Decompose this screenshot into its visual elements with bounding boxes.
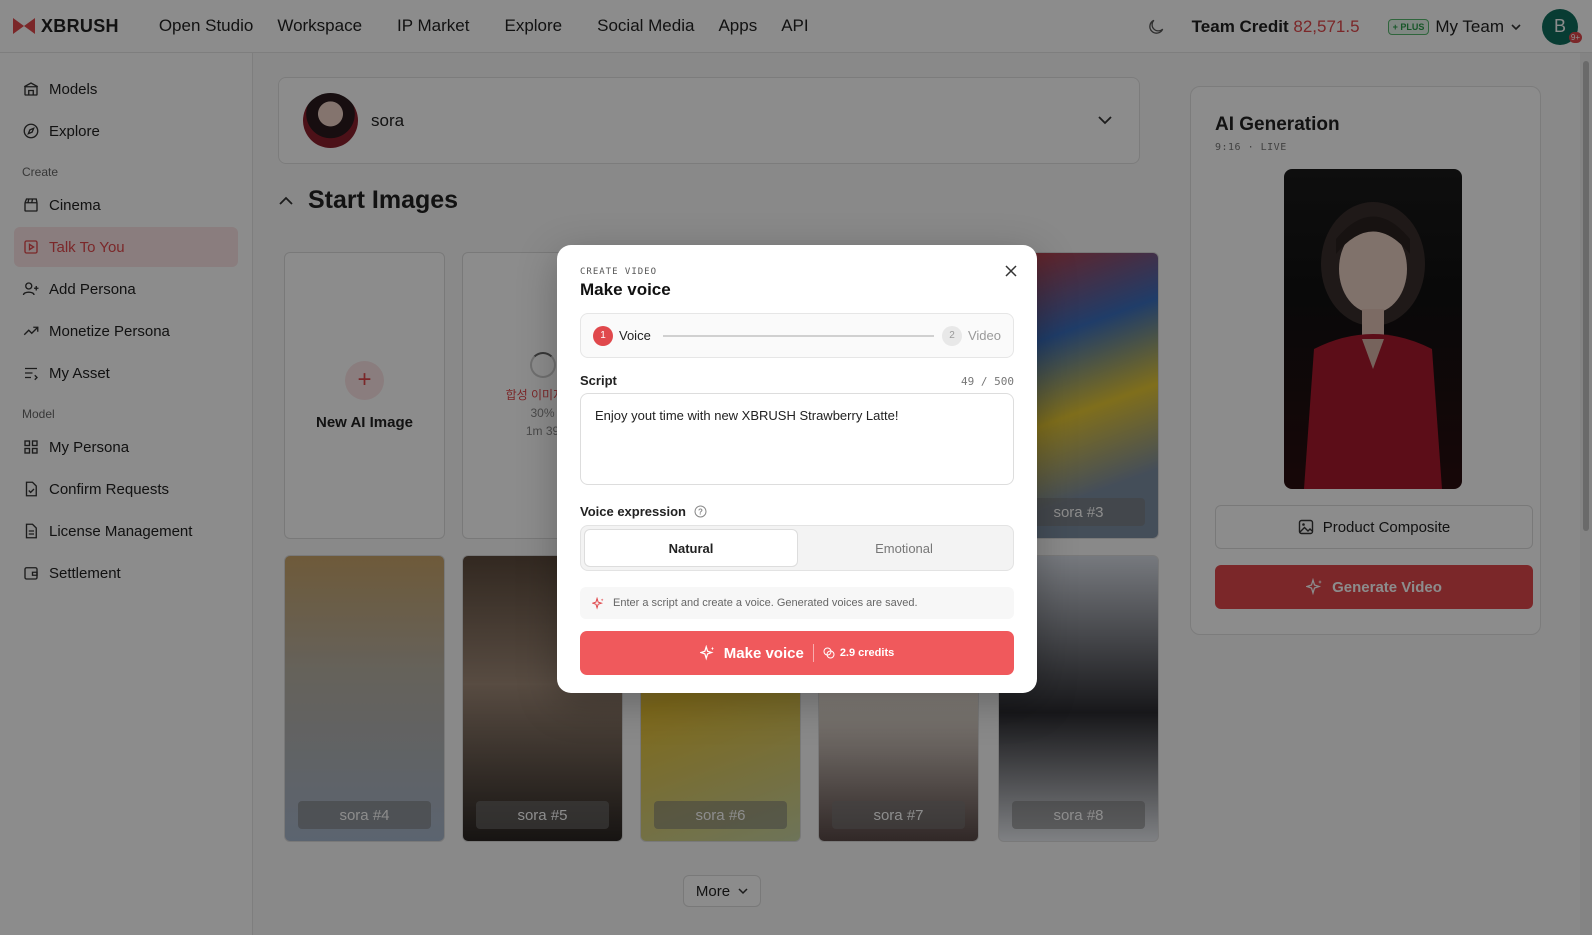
coin-icon (823, 647, 835, 659)
make-voice-label: Make voice (723, 644, 804, 662)
step-2-number: 2 (941, 325, 962, 346)
voice-expression-label: Voice expression ? (580, 504, 707, 519)
step-2-label: Video (967, 328, 1001, 343)
step-1-number: 1 (593, 325, 613, 346)
make-voice-button[interactable]: Make voice 2.9 credits (580, 631, 1014, 675)
close-icon[interactable] (1003, 263, 1019, 279)
hint-box: Enter a script and create a voice. Gener… (580, 587, 1014, 619)
credits-cost: 2.9 credits (839, 647, 895, 659)
make-voice-modal: CREATE VIDEO Make voice 1 Voice 2 Video … (557, 245, 1037, 693)
sparkle-icon (699, 645, 714, 661)
script-input[interactable]: Enjoy yout time with new XBRUSH Strawber… (580, 393, 1014, 485)
option-emotional[interactable]: Emotional (798, 529, 1010, 567)
script-char-count: 49 / 500 (961, 375, 1014, 388)
script-label: Script (580, 373, 617, 388)
step-connector (662, 334, 934, 337)
svg-text:?: ? (698, 507, 703, 516)
step-1-label: Voice (619, 328, 651, 343)
step-indicator: 1 Voice 2 Video (580, 313, 1014, 358)
modal-kicker: CREATE VIDEO (580, 267, 658, 277)
hint-text: Enter a script and create a voice. Gener… (613, 597, 918, 609)
option-natural[interactable]: Natural (584, 529, 798, 567)
voice-expression-text: Voice expression (580, 504, 686, 519)
help-icon[interactable]: ? (694, 505, 707, 518)
button-divider (812, 644, 814, 662)
modal-title: Make voice (580, 280, 671, 299)
sparkle-icon (592, 596, 604, 610)
voice-expression-toggle: Natural Emotional (580, 525, 1014, 571)
